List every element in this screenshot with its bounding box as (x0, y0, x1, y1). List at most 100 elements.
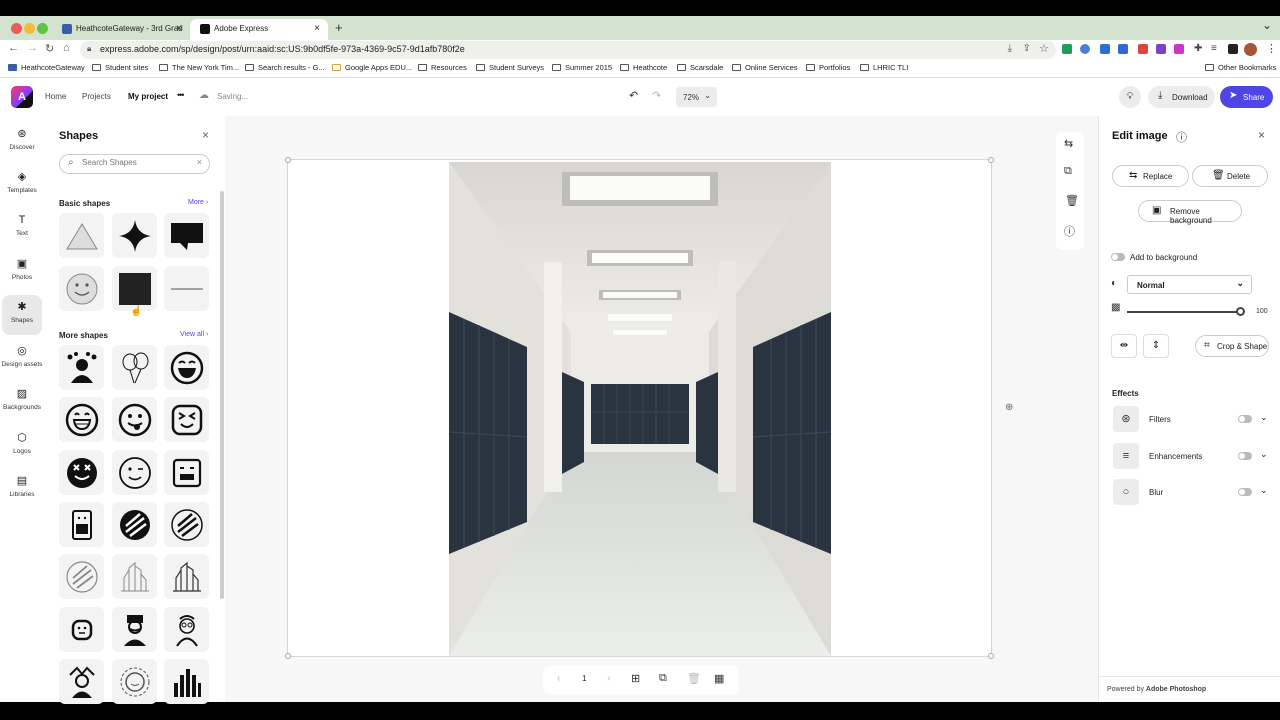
zoom-select[interactable]: 72% ⌄ (676, 87, 717, 107)
address-bar[interactable]: 🔒︎ express.adobe.com/sp/design/post/urn:… (80, 41, 1056, 59)
bookmark-item[interactable]: HeathcoteGateway (8, 63, 85, 72)
bookmark-folder[interactable]: Heathcote (620, 63, 667, 72)
rail-text[interactable]: T Text (0, 214, 44, 250)
new-tab-button[interactable]: + (335, 20, 343, 35)
blur-toggle[interactable] (1238, 488, 1252, 496)
grid-view-icon[interactable]: ▦ (714, 672, 724, 685)
delete-button[interactable]: 🗑︎ Delete (1192, 165, 1268, 187)
shape-person-glasses[interactable] (164, 607, 209, 652)
rail-shapes[interactable]: ✱ Shapes (2, 295, 42, 335)
browser-menu-icon[interactable]: ⋮ (1266, 42, 1277, 55)
back-icon[interactable]: ← (8, 42, 19, 54)
rail-design-assets[interactable]: ◎ Design assets (0, 345, 44, 381)
bookmark-folder[interactable]: Resources (418, 63, 467, 72)
rail-libraries[interactable]: ▤ Libraries (0, 475, 44, 511)
shape-triangle[interactable] (59, 213, 104, 258)
shape-grin-face[interactable] (59, 397, 104, 442)
shape-x-eyes-face[interactable] (59, 450, 104, 495)
adobe-express-logo[interactable]: A (11, 86, 33, 108)
maximize-window-dot[interactable] (37, 23, 48, 34)
shape-building[interactable] (164, 554, 209, 599)
download-button[interactable]: ⤓ Download (1148, 86, 1215, 108)
bookmark-item[interactable]: The New York Tim... (159, 63, 239, 72)
undo-icon[interactable]: ↶ (629, 89, 638, 102)
bookmark-folder[interactable]: Scarsdale (677, 63, 723, 72)
close-panel-icon[interactable]: × (1258, 128, 1265, 142)
close-panel-icon[interactable]: × (202, 128, 209, 142)
opacity-slider-track[interactable] (1127, 311, 1240, 313)
rail-logos[interactable]: ⬡ Logos (0, 432, 44, 468)
replace-button[interactable]: ⇆ Replace (1112, 165, 1189, 187)
shape-sun-face[interactable] (112, 659, 157, 704)
search-input[interactable] (82, 158, 192, 167)
breadcrumb-home[interactable]: Home (45, 92, 66, 101)
shape-chain-light[interactable] (59, 554, 104, 599)
extensions-puzzle-icon[interactable]: ✚ (1194, 43, 1202, 54)
duplicate-page-icon[interactable]: ⧉ (659, 672, 667, 685)
shape-squint-square-face[interactable] (164, 397, 209, 442)
tab-adobe-express[interactable]: Adobe Express × (190, 19, 328, 40)
extension-pink-icon[interactable] (1174, 44, 1184, 54)
delete-page-icon[interactable]: 🗑︎ (687, 672, 701, 685)
shape-bars[interactable] (164, 659, 209, 704)
breadcrumb-current[interactable]: My project (128, 92, 168, 101)
bookmark-star-icon[interactable]: ☆ (1039, 42, 1049, 55)
panel-scrollbar[interactable] (220, 191, 224, 599)
other-bookmarks[interactable]: Other Bookmarks (1205, 63, 1276, 72)
next-page-icon[interactable]: › (607, 673, 610, 684)
rail-photos[interactable]: ▣ Photos (0, 258, 44, 294)
prev-page-icon[interactable]: ‹ (557, 673, 560, 684)
bookmark-folder[interactable]: Student sites (92, 63, 148, 72)
forward-icon[interactable]: → (27, 42, 38, 54)
flip-horizontal-icon[interactable]: ⇹ (1111, 334, 1137, 358)
shape-building-light[interactable] (112, 554, 157, 599)
home-icon[interactable]: ⌂ (63, 42, 70, 54)
bookmark-folder[interactable]: Student Surveys (476, 63, 544, 72)
shape-balloons[interactable] (112, 345, 157, 390)
profile-avatar[interactable] (1244, 43, 1257, 56)
shape-cheering-figure[interactable] (59, 345, 104, 390)
search-shapes-field[interactable]: ⌕ × (59, 154, 210, 174)
reading-list-icon[interactable]: ≡ (1211, 43, 1217, 54)
enhancements-expand-icon[interactable]: ⌄ (1260, 449, 1268, 460)
shape-chain-outline[interactable] (164, 502, 209, 547)
add-page-icon[interactable]: ⊞ (631, 672, 640, 685)
rail-templates[interactable]: ◈ Templates (0, 171, 44, 207)
enhancements-toggle[interactable] (1238, 452, 1252, 460)
add-page-plus-icon[interactable]: ⊕ (1005, 402, 1013, 413)
resize-handle[interactable] (988, 653, 994, 659)
share-page-icon[interactable]: ⇪ (1023, 43, 1031, 54)
extension-purple-icon[interactable] (1156, 44, 1166, 54)
shape-card-face[interactable] (59, 502, 104, 547)
shape-laughing-face[interactable] (164, 345, 209, 390)
more-options-icon[interactable]: ••• (177, 90, 185, 100)
shape-wink-face[interactable] (112, 450, 157, 495)
bookmark-folder[interactable]: Summer 2015 (552, 63, 612, 72)
tab-heathcote[interactable]: HeathcoteGateway - 3rd Grad × (52, 19, 190, 40)
add-to-background-toggle[interactable] (1111, 253, 1125, 261)
shape-smiley[interactable] (59, 266, 104, 311)
resize-handle[interactable] (285, 653, 291, 659)
shape-small-face[interactable] (59, 607, 104, 652)
filters-expand-icon[interactable]: ⌄ (1260, 412, 1268, 423)
resize-handle[interactable] (285, 157, 291, 163)
swap-icon[interactable]: ⇆ (1064, 137, 1073, 150)
shape-tongue-face[interactable] (112, 397, 157, 442)
share-button[interactable]: ➤ Share (1220, 86, 1273, 108)
extension-edit-icon[interactable] (1100, 44, 1110, 54)
extension-dark-icon[interactable] (1228, 44, 1238, 54)
redo-icon[interactable]: ↷ (652, 89, 661, 102)
tab-list-icon[interactable]: ⌄ (1262, 18, 1272, 32)
tab-close-icon[interactable]: × (314, 23, 320, 34)
hallway-photo[interactable] (449, 162, 831, 656)
bookmark-folder[interactable]: Portfolios (806, 63, 850, 72)
duplicate-icon[interactable]: ⧉ (1064, 165, 1072, 178)
shape-person-mustache[interactable] (112, 607, 157, 652)
shape-square[interactable] (112, 266, 157, 311)
shape-line[interactable] (164, 266, 209, 311)
flip-vertical-icon[interactable]: ⇕ (1143, 334, 1169, 358)
info-icon[interactable]: ⓘ (1064, 223, 1075, 239)
trash-icon[interactable]: 🗑︎ (1065, 194, 1079, 207)
design-page[interactable] (285, 157, 994, 659)
shape-jester[interactable] (59, 659, 104, 704)
